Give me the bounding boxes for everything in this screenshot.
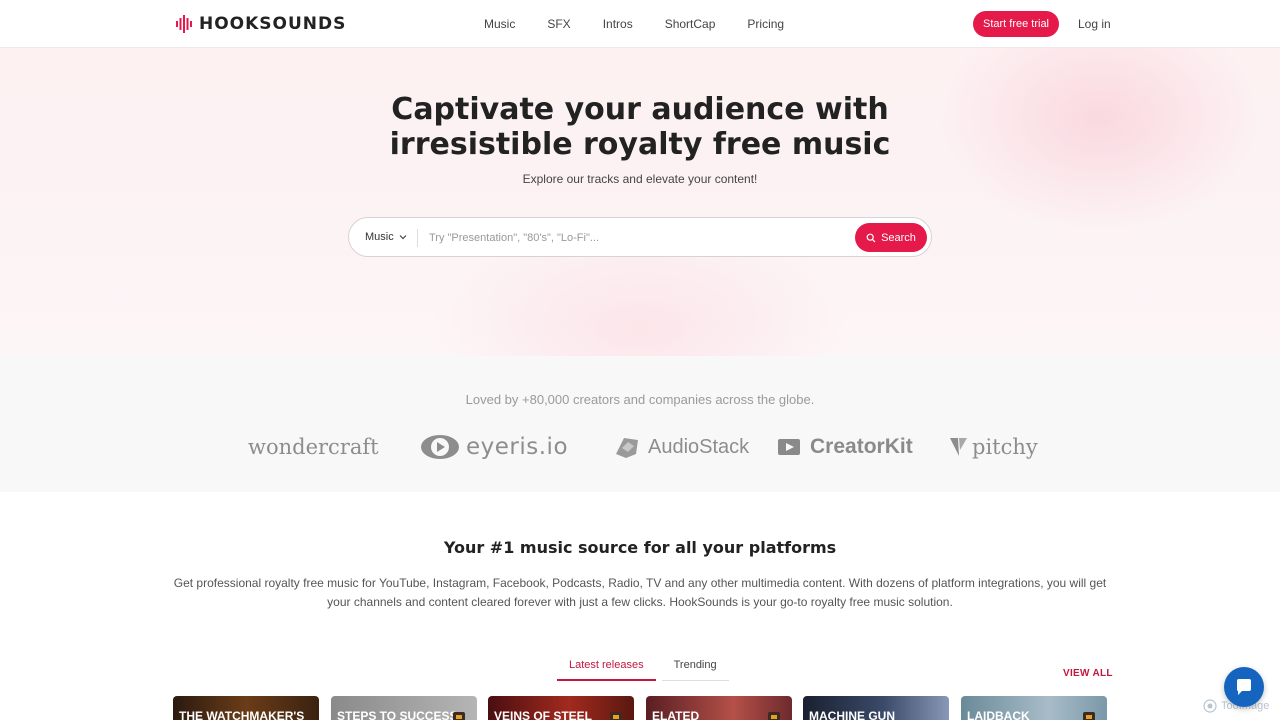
wondercraft-logo-text: wondercraft [248, 435, 379, 459]
track-card[interactable]: VEINS OF STEEL [488, 696, 634, 720]
search-category-select[interactable]: Music [365, 231, 407, 243]
eyeris-logo: eyeris.io [420, 431, 568, 463]
premium-crown-icon [610, 712, 622, 720]
track-card[interactable]: STEPS TO SUCCESS [331, 696, 477, 720]
tab-latest-releases[interactable]: Latest releases [557, 656, 656, 681]
hero-title-line-1: Captivate your audience with [391, 92, 889, 127]
search-button-label: Search [881, 231, 916, 244]
search-icon [866, 233, 876, 242]
audiostack-mark-icon [616, 438, 638, 458]
track-card[interactable]: ELATED [646, 696, 792, 720]
search-button[interactable]: Search [855, 223, 927, 252]
hero-section: Captivate your audience with irresistibl… [0, 48, 1280, 356]
nav-link-shortcap[interactable]: ShortCap [665, 17, 716, 31]
start-free-trial-button[interactable]: Start free trial [973, 11, 1059, 37]
eyeris-logo-text: eyeris.io [466, 434, 569, 460]
hooksounds-logo[interactable]: HOOKSOUNDS [176, 14, 346, 34]
audiostack-logo-text: AudioStack [648, 435, 750, 458]
hero-title: Captivate your audience with irresistibl… [0, 92, 1280, 162]
track-tabs: Latest releases Trending [557, 656, 729, 682]
search-bar: Music Search [348, 217, 932, 257]
track-card-title: LAIDBACK [967, 709, 1030, 720]
pitchy-logo-text: pitchy [972, 435, 1038, 459]
track-card[interactable]: THE WATCHMAKER'S [173, 696, 319, 720]
wondercraft-logo: wondercraft [248, 431, 379, 463]
nav-link-music[interactable]: Music [484, 17, 515, 31]
nav-links: Music SFX Intros ShortCap Pricing [484, 17, 816, 31]
sound-wave-icon [176, 15, 192, 33]
audiostack-logo: AudioStack [612, 431, 749, 463]
creatorkit-mark-icon [778, 439, 800, 455]
hero-title-line-2: irresistible royalty free music [389, 127, 891, 162]
pitchy-logo: pitchy [950, 431, 1038, 463]
platforms-description: Get professional royalty free music for … [173, 576, 1107, 609]
chevron-down-icon [399, 235, 407, 240]
premium-crown-icon [1083, 712, 1095, 720]
platforms-title: Your #1 music source for all your platfo… [443, 538, 837, 557]
nav-link-intros[interactable]: Intros [603, 17, 633, 31]
social-proof-text: Loved by +80,000 creators and companies … [465, 392, 815, 407]
track-card[interactable]: LAIDBACK [961, 696, 1107, 720]
login-link[interactable]: Log in [1078, 17, 1111, 31]
track-card-title: MACHINE GUN [809, 709, 895, 720]
track-card[interactable]: MACHINE GUN [803, 696, 949, 720]
chat-bubble-icon [1237, 679, 1251, 695]
creatorkit-logo: CreatorKit [778, 431, 913, 463]
search-category-value: Music [365, 231, 394, 243]
pitchy-mark-icon [950, 438, 967, 456]
search-input[interactable] [429, 228, 849, 248]
creatorkit-logo-text: CreatorKit [810, 435, 913, 458]
track-card-title: ELATED [652, 709, 700, 720]
track-card-title: THE WATCHMAKER'S [179, 709, 305, 720]
watermark-logo-icon [1203, 699, 1217, 713]
search-divider [417, 229, 418, 247]
view-all-link[interactable]: VIEW ALL [1063, 668, 1113, 679]
hero-subtitle: Explore our tracks and elevate your cont… [522, 172, 758, 186]
chat-button[interactable] [1224, 667, 1264, 707]
social-proof-section: Loved by +80,000 creators and companies … [0, 356, 1280, 492]
top-nav: HOOKSOUNDS Music SFX Intros ShortCap Pri… [0, 0, 1280, 48]
play-circle-icon [421, 435, 459, 459]
premium-crown-icon [768, 712, 780, 720]
nav-link-sfx[interactable]: SFX [547, 17, 570, 31]
brand-name: HOOKSOUNDS [199, 14, 347, 34]
track-card-title: VEINS OF STEEL [494, 709, 593, 720]
track-card-title: STEPS TO SUCCESS [337, 709, 458, 720]
tab-trending[interactable]: Trending [661, 656, 729, 681]
nav-link-pricing[interactable]: Pricing [747, 17, 784, 31]
premium-crown-icon [453, 712, 465, 720]
